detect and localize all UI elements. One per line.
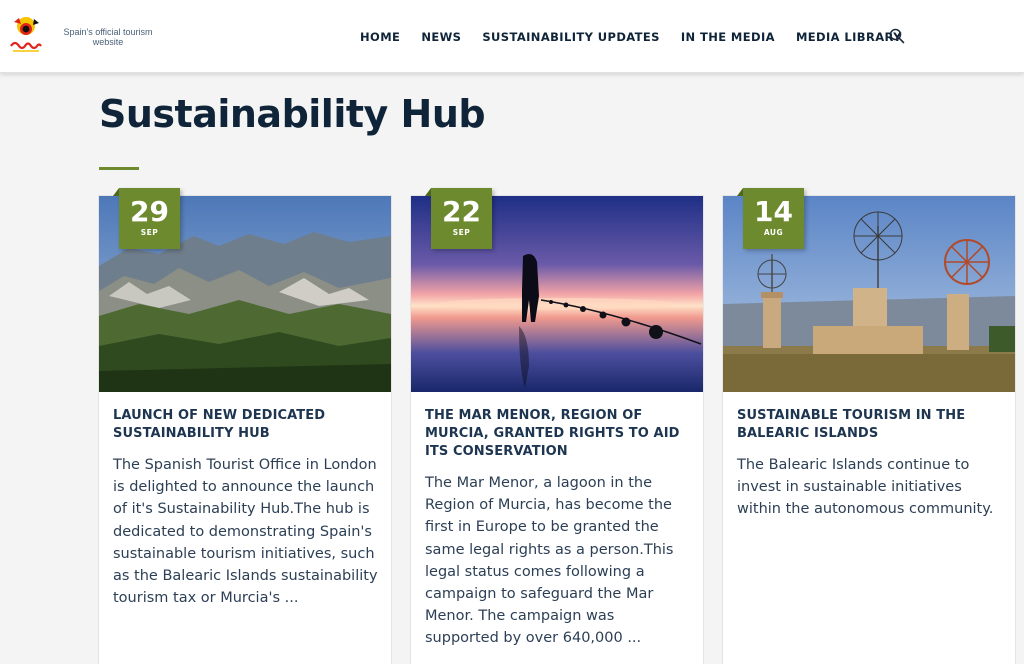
date-day: 22 (442, 195, 481, 228)
nav-sustainability-updates[interactable]: SUSTAINABILITY UPDATES (482, 30, 660, 44)
date-badge: 22 SEP (425, 188, 492, 249)
title-underline (99, 167, 139, 170)
card-title[interactable]: THE MAR MENOR, REGION OF MURCIA, GRANTED… (425, 407, 695, 461)
date-badge: 14 AUG (737, 188, 804, 249)
page-title: Sustainability Hub (99, 92, 486, 136)
nav-in-the-media[interactable]: IN THE MEDIA (681, 30, 775, 44)
logo-tagline: Spain's official tourism website (63, 27, 153, 47)
news-card-1[interactable]: 29 SEP LAUNCH OF NEW DEDICATED SUSTAINAB… (98, 188, 392, 664)
news-card-2[interactable]: 22 SEP THE MAR MENOR, REGION OF MURCIA, … (410, 188, 704, 664)
date-day: 14 (754, 195, 793, 228)
news-card-3[interactable]: 14 AUG SUSTAINABLE TOURISM IN THE BALEAR… (722, 188, 1016, 664)
search-icon[interactable] (889, 28, 905, 44)
card-excerpt: The Mar Menor, a lagoon in the Region of… (425, 475, 674, 647)
nav-news[interactable]: NEWS (421, 30, 461, 44)
date-day: 29 (130, 195, 169, 228)
date-month: SEP (140, 228, 159, 237)
spain-logo[interactable] (8, 16, 44, 56)
nav-home[interactable]: HOME (360, 30, 400, 44)
card-excerpt: The Balearic Islands continue to invest … (737, 457, 994, 518)
card-title[interactable]: LAUNCH OF NEW DEDICATED SUSTAINABILITY H… (113, 407, 383, 443)
date-month: AUG (763, 228, 784, 237)
card-excerpt: The Spanish Tourist Office in London is … (113, 457, 378, 607)
date-month: SEP (452, 228, 471, 237)
site-header: Spain's official tourism website HOME NE… (0, 0, 1024, 73)
date-badge: 29 SEP (113, 188, 180, 249)
card-title[interactable]: SUSTAINABLE TOURISM IN THE BALEARIC ISLA… (737, 407, 1007, 443)
main-nav: HOME NEWS SUSTAINABILITY UPDATES IN THE … (360, 28, 923, 46)
nav-media-library[interactable]: MEDIA LIBRARY (796, 30, 902, 44)
